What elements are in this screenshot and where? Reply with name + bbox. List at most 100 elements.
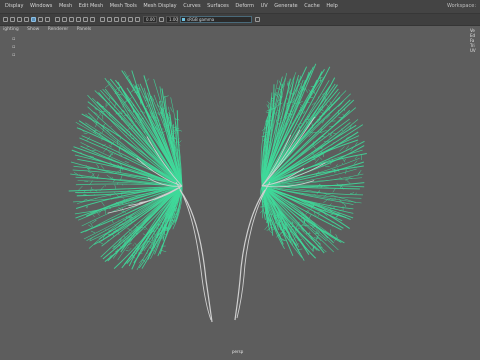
- vessel-twig: [114, 184, 116, 189]
- wireframe-icon[interactable]: [55, 17, 60, 22]
- near-clip-field[interactable]: 0.00: [143, 16, 157, 23]
- gamma-icon[interactable]: [159, 17, 164, 22]
- bookmark-icon[interactable]: [17, 17, 22, 22]
- right-kidney-branches: [259, 63, 367, 261]
- vessel-twig: [128, 247, 132, 252]
- vessel-twig: [324, 165, 330, 168]
- panel-menu-panels[interactable]: Panels: [77, 27, 91, 32]
- film-gate-icon[interactable]: [38, 17, 43, 22]
- vessel-twig: [178, 129, 182, 132]
- select-camera-icon[interactable]: [3, 17, 8, 22]
- vessel-twig: [104, 184, 106, 187]
- vessel-twig: [339, 146, 345, 152]
- color-space-field[interactable]: sRGB gamma: [180, 16, 252, 23]
- vessel-twig: [121, 184, 124, 186]
- vessel-twig: [312, 159, 317, 161]
- vessel-twig: [111, 176, 114, 179]
- smooth-shade-icon[interactable]: [62, 17, 67, 22]
- panel-menu-show[interactable]: Show: [27, 27, 39, 32]
- panel-menu-lighting[interactable]: ighting: [3, 27, 19, 32]
- vessel-twig: [341, 186, 344, 190]
- exposure-icon[interactable]: [135, 17, 140, 22]
- vessel-twig: [124, 161, 129, 163]
- vessel-twig: [95, 122, 97, 128]
- dropdown-arrow-icon[interactable]: [255, 17, 260, 22]
- menu-windows[interactable]: Windows: [30, 0, 52, 13]
- vessel-twig: [90, 230, 96, 234]
- grid-icon[interactable]: [31, 17, 36, 22]
- vessel-twig: [140, 102, 142, 105]
- aa-icon[interactable]: [121, 17, 126, 22]
- vessel-twig: [104, 84, 110, 88]
- xray-icon[interactable]: [100, 17, 105, 22]
- menu-generate[interactable]: Generate: [274, 0, 297, 13]
- vessel-twig: [322, 130, 327, 133]
- vessel-twig: [120, 175, 123, 180]
- image-plane-icon[interactable]: [24, 17, 29, 22]
- menu-display[interactable]: Display: [5, 0, 23, 13]
- vessel-twig: [331, 132, 337, 135]
- menu-mesh[interactable]: Mesh: [59, 0, 72, 13]
- vessel-twig: [142, 233, 146, 236]
- menu-deform[interactable]: Deform: [235, 0, 254, 13]
- workspace-label[interactable]: Workspace:: [447, 0, 476, 13]
- color-space-label: sRGB gamma: [187, 17, 215, 22]
- vessel-twig: [92, 215, 95, 217]
- vessel-twig: [264, 224, 269, 230]
- isolate-icon[interactable]: [107, 17, 112, 22]
- lights-icon[interactable]: [83, 17, 88, 22]
- vessel-twig: [357, 169, 362, 175]
- vessel-twig: [345, 145, 350, 150]
- vessel-twig: [306, 242, 309, 247]
- wireframe-on-shaded-icon[interactable]: [69, 17, 74, 22]
- vessel-twig: [101, 201, 105, 207]
- vessel-twig: [88, 171, 92, 174]
- menu-mesh-display[interactable]: Mesh Display: [143, 0, 176, 13]
- vessel-twig: [316, 192, 318, 195]
- ao-icon[interactable]: [114, 17, 119, 22]
- vessel-twig: [266, 104, 269, 108]
- vessel-twig: [127, 247, 129, 249]
- vessel-twig: [170, 107, 173, 112]
- vessel-twig: [292, 228, 294, 230]
- vessel-twig: [303, 110, 306, 115]
- menu-curves[interactable]: Curves: [183, 0, 200, 13]
- shadows-icon[interactable]: [90, 17, 95, 22]
- vessel-twig: [92, 149, 96, 151]
- vessel-twig: [323, 199, 329, 204]
- vessel-twig: [355, 192, 357, 195]
- menu-help[interactable]: Help: [326, 0, 337, 13]
- kidney-vessel-model[interactable]: [0, 34, 480, 360]
- vessel-twig: [78, 185, 83, 191]
- far-clip-field[interactable]: 1.00: [166, 16, 178, 23]
- vessel-twig: [335, 164, 339, 167]
- vessel-twig: [117, 93, 123, 96]
- vessel-twig: [145, 78, 150, 82]
- menu-surfaces[interactable]: Surfaces: [207, 0, 229, 13]
- vessel-twig: [106, 174, 112, 179]
- resolution-gate-icon[interactable]: [45, 17, 50, 22]
- dof-icon[interactable]: [128, 17, 133, 22]
- vessel-twig: [142, 258, 145, 262]
- panel-menu-renderer[interactable]: Renderer: [48, 27, 69, 32]
- vessel-twig: [79, 127, 85, 132]
- right-ureter: [234, 189, 266, 321]
- left-ureter: [179, 189, 213, 323]
- vessel-twig: [343, 159, 347, 161]
- vessel-twig: [317, 215, 319, 217]
- menu-uv[interactable]: UV: [261, 0, 268, 13]
- lock-camera-icon[interactable]: [10, 17, 15, 22]
- vessel-twig: [105, 229, 107, 230]
- vessel-twig: [146, 250, 148, 254]
- vessel-twig: [329, 213, 334, 216]
- vessel-twig: [83, 132, 88, 134]
- vessel-twig: [96, 164, 100, 168]
- textured-icon[interactable]: [76, 17, 81, 22]
- menu-cache[interactable]: Cache: [304, 0, 320, 13]
- left-kidney-branches: [68, 70, 183, 271]
- color-space-icon: [182, 18, 185, 21]
- vessel-twig: [354, 156, 358, 160]
- menu-mesh-tools[interactable]: Mesh Tools: [110, 0, 137, 13]
- vessel-twig: [88, 224, 93, 228]
- menu-edit-mesh[interactable]: Edit Mesh: [79, 0, 103, 13]
